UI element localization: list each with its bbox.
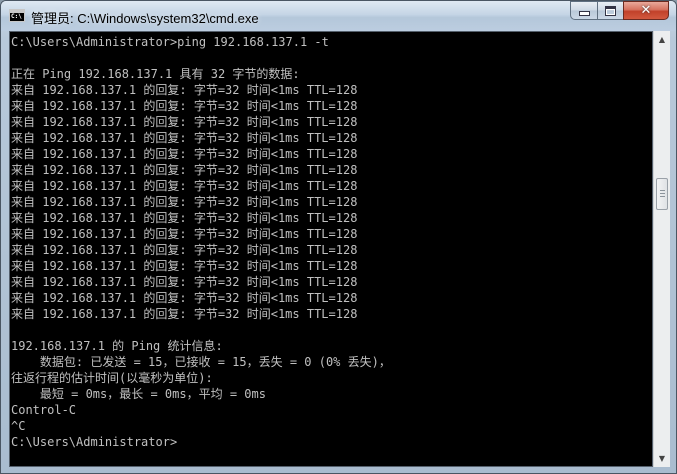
console-line: 来自 192.168.137.1 的回复: 字节=32 时间<1ms TTL=1… <box>11 99 358 113</box>
console-line: 来自 192.168.137.1 的回复: 字节=32 时间<1ms TTL=1… <box>11 211 358 225</box>
console-line: 往返行程的估计时间(以毫秒为单位): <box>11 371 213 385</box>
console-line: ^C <box>11 419 26 433</box>
scroll-up-icon: ▲ <box>658 35 666 44</box>
console-line: 来自 192.168.137.1 的回复: 字节=32 时间<1ms TTL=1… <box>11 131 358 145</box>
console-line: 最短 = 0ms，最长 = 0ms，平均 = 0ms <box>11 387 266 401</box>
close-icon: ✕ <box>640 3 652 18</box>
close-button[interactable]: ✕ <box>623 1 669 20</box>
console-line: 正在 Ping 192.168.137.1 具有 32 字节的数据: <box>11 67 300 81</box>
console-output[interactable]: C:\Users\Administrator>ping 192.168.137.… <box>9 31 653 467</box>
console-line: Control-C <box>11 403 77 417</box>
scrollbar-thumb[interactable] <box>656 178 668 210</box>
console-line: 来自 192.168.137.1 的回复: 字节=32 时间<1ms TTL=1… <box>11 275 358 289</box>
console-line: 来自 192.168.137.1 的回复: 字节=32 时间<1ms TTL=1… <box>11 259 358 273</box>
maximize-icon <box>605 5 616 16</box>
scroll-down-icon: ▼ <box>658 454 666 463</box>
scroll-down-button[interactable]: ▼ <box>654 450 670 467</box>
console-line: 来自 192.168.137.1 的回复: 字节=32 时间<1ms TTL=1… <box>11 195 358 209</box>
console-line: 来自 192.168.137.1 的回复: 字节=32 时间<1ms TTL=1… <box>11 115 358 129</box>
console-line: 来自 192.168.137.1 的回复: 字节=32 时间<1ms TTL=1… <box>11 291 358 305</box>
console-line: C:\Users\Administrator> <box>11 435 178 449</box>
minimize-button[interactable] <box>570 1 597 20</box>
cmd-app-icon[interactable]: C:\ <box>9 9 25 22</box>
minimize-icon <box>578 11 590 16</box>
console-line: 来自 192.168.137.1 的回复: 字节=32 时间<1ms TTL=1… <box>11 179 358 193</box>
grip-line <box>660 190 665 191</box>
window-controls: ✕ <box>570 1 669 21</box>
icon-text: C:\ <box>11 13 22 20</box>
console-lines: C:\Users\Administrator>ping 192.168.137.… <box>11 34 391 450</box>
grip-line <box>660 196 665 197</box>
maximize-button[interactable] <box>597 1 623 20</box>
console-line: 来自 192.168.137.1 的回复: 字节=32 时间<1ms TTL=1… <box>11 83 358 97</box>
console-line: 来自 192.168.137.1 的回复: 字节=32 时间<1ms TTL=1… <box>11 147 358 161</box>
console-line: 数据包: 已发送 = 15，已接收 = 15，丢失 = 0 (0% 丢失)， <box>11 355 391 369</box>
cmd-window: C:\ 管理员: C:\Windows\system32\cmd.exe ✕ C… <box>0 0 677 474</box>
console-line: 来自 192.168.137.1 的回复: 字节=32 时间<1ms TTL=1… <box>11 163 358 177</box>
console-line: 来自 192.168.137.1 的回复: 字节=32 时间<1ms TTL=1… <box>11 243 358 257</box>
window-title: 管理员: C:\Windows\system32\cmd.exe <box>31 11 259 26</box>
title-bar[interactable]: C:\ 管理员: C:\Windows\system32\cmd.exe ✕ <box>1 1 676 31</box>
console-line: 来自 192.168.137.1 的回复: 字节=32 时间<1ms TTL=1… <box>11 227 358 241</box>
console-line: 来自 192.168.137.1 的回复: 字节=32 时间<1ms TTL=1… <box>11 307 358 321</box>
vertical-scrollbar[interactable]: ▲ ▼ <box>653 31 670 467</box>
grip-line <box>660 193 665 194</box>
console-line: 192.168.137.1 的 Ping 统计信息: <box>11 339 223 353</box>
console-line: C:\Users\Administrator>ping 192.168.137.… <box>11 35 329 49</box>
scroll-up-button[interactable]: ▲ <box>654 31 670 48</box>
